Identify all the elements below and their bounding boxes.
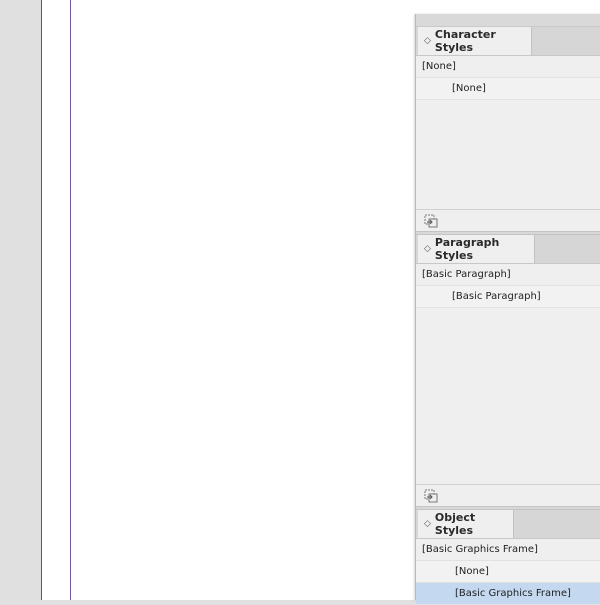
load-styles-icon[interactable] [424, 214, 438, 228]
margin-guide [70, 0, 71, 600]
tab-label: Paragraph Styles [434, 236, 500, 262]
chevron-updown-icon[interactable]: ◇ [424, 244, 431, 254]
load-styles-icon[interactable] [424, 489, 438, 503]
current-style-row: [Basic Paragraph] [416, 264, 600, 286]
chevron-updown-icon[interactable]: ◇ [424, 519, 431, 529]
tab-paragraph-styles[interactable]: ◇ Paragraph Styles [418, 235, 535, 263]
current-style-label: [None] [422, 61, 456, 72]
list-item-label: [None] [452, 83, 486, 94]
current-style-row: [Basic Graphics Frame] [416, 539, 600, 561]
pasteboard [0, 0, 41, 600]
list-item-selected[interactable]: [Basic Graphics Frame] [416, 583, 600, 605]
style-list-empty-area[interactable] [416, 308, 600, 484]
current-style-row: [None] [416, 56, 600, 78]
style-list-empty-area[interactable] [416, 100, 600, 209]
character-styles-panel: ◇ Character Styles [None] [None] [416, 27, 600, 231]
current-style-label: [Basic Paragraph] [422, 269, 511, 280]
object-styles-tabbar: ◇ Object Styles [416, 510, 600, 539]
panel-footer [416, 484, 600, 506]
dock-grip[interactable] [416, 14, 600, 27]
chevron-updown-icon[interactable]: ◇ [424, 36, 431, 46]
tab-character-styles[interactable]: ◇ Character Styles [418, 27, 532, 55]
list-item-label: [None] [455, 566, 489, 577]
tab-object-styles[interactable]: ◇ Object Styles [418, 510, 514, 538]
list-item[interactable]: [None] [416, 78, 600, 100]
list-item-label: [Basic Paragraph] [452, 291, 541, 302]
list-item[interactable]: [Basic Paragraph] [416, 286, 600, 308]
paragraph-styles-panel: ◇ Paragraph Styles [Basic Paragraph] [Ba… [416, 235, 600, 506]
tab-label: Character Styles [434, 28, 496, 54]
character-styles-tabbar: ◇ Character Styles [416, 27, 600, 56]
list-item-label: [Basic Graphics Frame] [455, 588, 571, 599]
tab-label: Object Styles [434, 511, 476, 537]
paragraph-styles-tabbar: ◇ Paragraph Styles [416, 235, 600, 264]
list-item[interactable]: [None] [416, 561, 600, 583]
styles-panel-dock: ◇ Character Styles [None] [None] ◇ Parag… [415, 14, 600, 605]
object-styles-panel: ◇ Object Styles [Basic Graphics Frame] [… [416, 510, 600, 605]
panel-footer [416, 209, 600, 231]
current-style-label: [Basic Graphics Frame] [422, 544, 538, 555]
